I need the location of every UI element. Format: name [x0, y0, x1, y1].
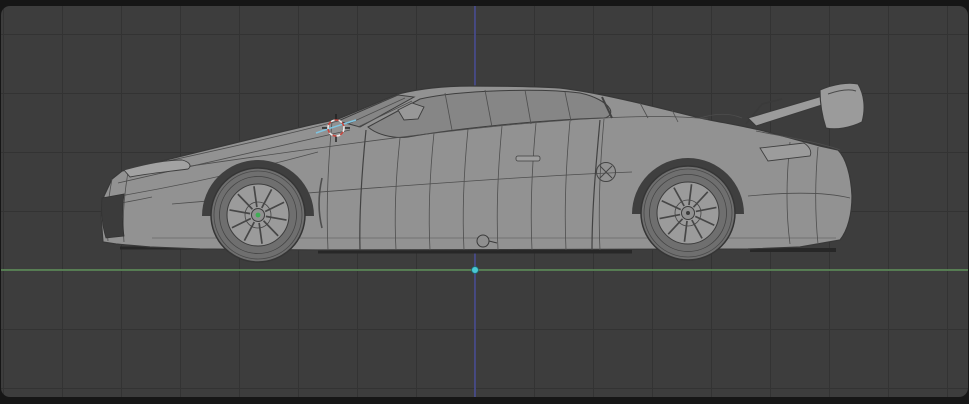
rear-wing [745, 82, 865, 130]
door-handle [515, 155, 541, 162]
scene-svg [1, 6, 968, 397]
world-origin-marker [471, 266, 479, 274]
viewport-frame [0, 0, 969, 404]
car-object[interactable] [100, 82, 865, 263]
front-wheel [210, 167, 306, 263]
front-grille [101, 193, 125, 239]
rear-wheel [640, 165, 736, 261]
3d-viewport[interactable] [1, 6, 968, 397]
object-origin-dot [255, 212, 261, 218]
